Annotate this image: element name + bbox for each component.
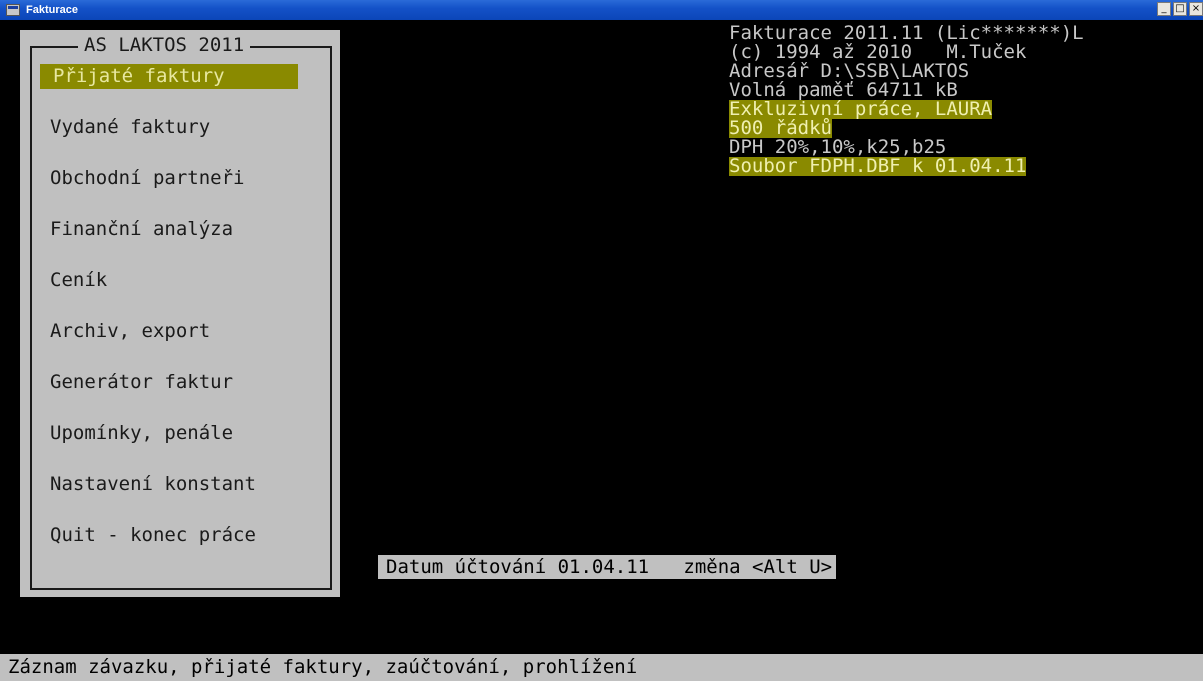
window-title: Fakturace — [26, 4, 78, 16]
menu-item-vydane-faktury[interactable]: Vydané faktury — [40, 115, 298, 140]
maximize-button[interactable]: □ — [1173, 2, 1187, 16]
terminal-area: AS LAKTOS 2011 Přijaté faktury Vydané fa… — [0, 20, 1203, 681]
window-controls: _ □ × — [1157, 2, 1203, 16]
menu-item-generator-faktur[interactable]: Generátor faktur — [40, 370, 298, 395]
menu-item-obchodni-partneri[interactable]: Obchodní partneři — [40, 166, 298, 191]
menu-item-archiv-export[interactable]: Archiv, export — [40, 319, 298, 344]
menu-item-cenik[interactable]: Ceník — [40, 268, 298, 293]
menu-item-upominky-penale[interactable]: Upomínky, penále — [40, 421, 298, 446]
close-button[interactable]: × — [1189, 2, 1203, 16]
main-menu: AS LAKTOS 2011 Přijaté faktury Vydané fa… — [20, 30, 340, 597]
menu-item-prijate-faktury[interactable]: Přijaté faktury — [40, 64, 298, 89]
menu-item-financni-analyza[interactable]: Finanční analýza — [40, 217, 298, 242]
menu-title: AS LAKTOS 2011 — [78, 34, 251, 56]
title-bar[interactable]: Fakturace _ □ × — [0, 0, 1203, 20]
status-bar: Záznam závazku, přijaté faktury, zaúčtov… — [0, 654, 1203, 681]
accounting-date[interactable]: Datum účtování 01.04.11 změna <Alt U> — [378, 555, 837, 579]
minimize-button[interactable]: _ — [1157, 2, 1171, 16]
app-icon[interactable] — [6, 4, 20, 16]
menu-item-nastaveni-konstant[interactable]: Nastavení konstant — [40, 472, 298, 497]
menu-item-quit[interactable]: Quit - konec práce — [40, 523, 298, 548]
application-window: Fakturace _ □ × AS LAKTOS 2011 Přijaté f… — [0, 0, 1203, 681]
vat-file-info: Soubor FDPH.DBF k 01.04.11 — [729, 155, 1027, 177]
